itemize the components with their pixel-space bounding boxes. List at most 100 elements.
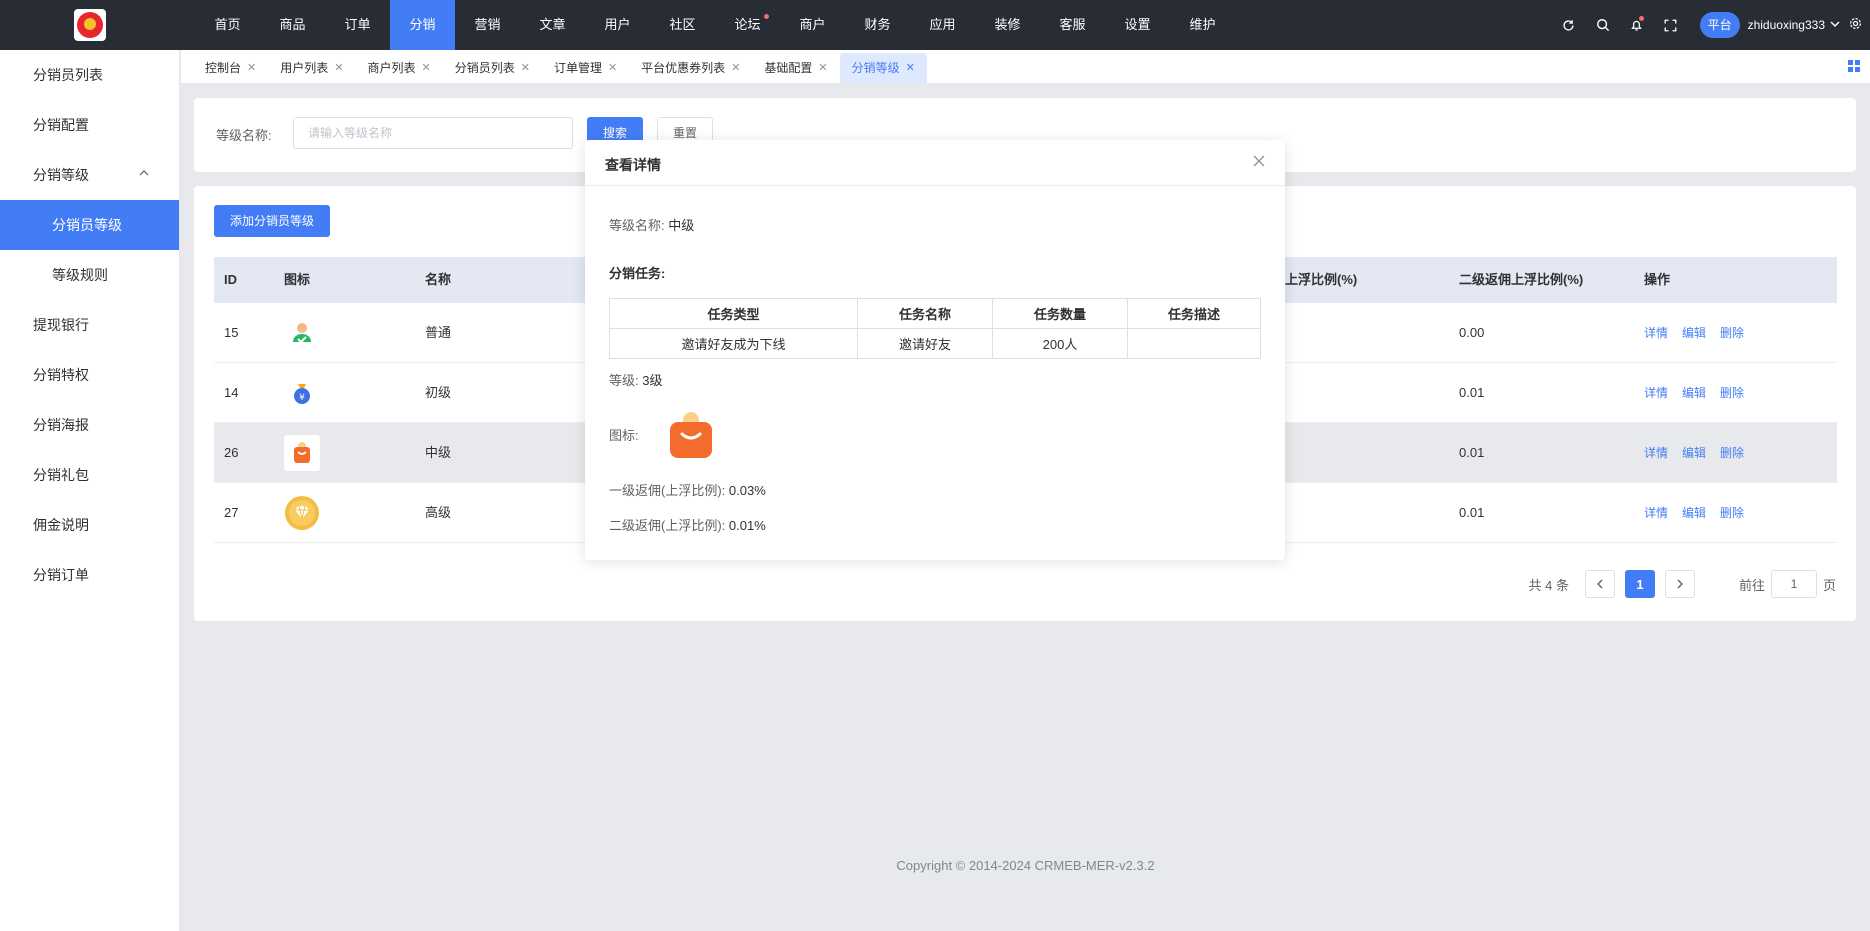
cell-second-rate: 0.01 [1459,445,1485,460]
delete-link[interactable]: 删除 [1720,483,1744,543]
platform-badge[interactable]: 平台 [1699,12,1740,38]
second-rate-value: 0.01% [728,518,766,533]
main-nav: 首页 商品 订单 分销 营销 文章 用户 社区 论坛 商户 财务 应用 装修 客… [195,0,1235,50]
nav-item-home[interactable]: 首页 [195,0,260,50]
tab-order-management[interactable]: 订单管理 ✕ [542,53,629,83]
details-link[interactable]: 详情 [1644,423,1668,483]
tab-label: 平台优惠券列表 [641,61,726,75]
details-link[interactable]: 详情 [1644,363,1668,423]
cell-id: 15 [224,325,239,340]
app-logo[interactable] [74,9,106,41]
close-icon[interactable]: ✕ [731,53,740,83]
sidebar-item-withdraw-bank[interactable]: 提现银行 [0,300,179,350]
tabs-menu-icon[interactable] [1848,60,1860,72]
task-column-count: 任务数量 [992,298,1128,329]
close-icon[interactable]: ✕ [521,53,530,83]
nav-item-forum[interactable]: 论坛 [715,0,780,50]
nav-item-settings[interactable]: 设置 [1105,0,1170,50]
nav-item-marketing[interactable]: 营销 [455,0,520,50]
bell-icon[interactable] [1620,0,1654,50]
dialog-title: 查看详情 [605,157,661,173]
close-icon[interactable]: ✕ [247,53,256,83]
sidebar-item-distribution-config[interactable]: 分销配置 [0,100,179,150]
tab-coupon-list[interactable]: 平台优惠券列表 ✕ [629,53,752,83]
close-icon[interactable]: ✕ [608,53,617,83]
chevron-right-icon [1677,579,1683,589]
column-header-name: 名称 [425,272,452,287]
nav-item-maintenance[interactable]: 维护 [1170,0,1235,50]
details-link[interactable]: 详情 [1644,483,1668,543]
next-page-button[interactable] [1664,570,1695,598]
close-icon[interactable]: ✕ [334,53,343,83]
delete-link[interactable]: 删除 [1720,363,1744,423]
nav-item-users[interactable]: 用户 [585,0,650,50]
tab-distribution-level[interactable]: 分销等级 ✕ [839,53,927,83]
edit-link[interactable]: 编辑 [1682,303,1706,363]
task-row: 邀请好友成为下线 邀请好友 200人 [609,328,1261,359]
cell-name: 普通 [425,325,452,340]
column-header-second-rate: 二级返佣上浮比例(%) [1459,272,1584,287]
blue-coin-bag-icon: ¥ [294,384,310,404]
row-actions: 详情 编辑 删除 [1644,483,1744,543]
goto-page-input[interactable]: 1 [1770,570,1817,598]
search-input[interactable]: 请输入等级名称 [293,117,573,149]
second-rate-line: 二级返佣(上浮比例): 0.01% [609,515,766,534]
nav-item-products[interactable]: 商品 [260,0,325,50]
search-icon[interactable] [1586,0,1620,50]
add-level-button[interactable]: 添加分销员等级 [214,205,330,237]
sidebar-item-distribution-level[interactable]: 分销等级 [0,150,179,200]
nav-item-merchants[interactable]: 商户 [780,0,845,50]
nav-item-decoration[interactable]: 装修 [975,0,1040,50]
notification-dot [764,14,769,19]
sidebar-item-level-rules[interactable]: 等级规则 [0,250,179,300]
fullscreen-icon[interactable] [1654,0,1688,50]
nav-item-apps[interactable]: 应用 [910,0,975,50]
nav-item-distribution[interactable]: 分销 [390,0,455,50]
cell-id: 27 [224,505,239,520]
delete-link[interactable]: 删除 [1720,423,1744,483]
sidebar-item-distributor-list[interactable]: 分销员列表 [0,50,179,100]
row-actions: 详情 编辑 删除 [1644,423,1744,483]
nav-item-articles[interactable]: 文章 [520,0,585,50]
tab-distributor-list[interactable]: 分销员列表 ✕ [443,53,542,83]
edit-link[interactable]: 编辑 [1682,483,1706,543]
row-actions: 详情 编辑 删除 [1644,303,1744,363]
tab-user-list[interactable]: 用户列表 ✕ [268,53,355,83]
close-icon[interactable]: ✕ [421,53,430,83]
task-type: 邀请好友成为下线 [609,328,858,359]
tab-basic-config[interactable]: 基础配置 ✕ [752,53,839,83]
task-desc [1127,328,1261,359]
tab-dashboard[interactable]: 控制台 ✕ [193,53,268,83]
details-link[interactable]: 详情 [1644,303,1668,363]
sidebar-item-commission-info[interactable]: 佣金说明 [0,500,179,550]
nav-item-customer-service[interactable]: 客服 [1040,0,1105,50]
first-rate-label: 一级返佣(上浮比例): [609,483,726,498]
nav-item-community[interactable]: 社区 [650,0,715,50]
edit-link[interactable]: 编辑 [1682,363,1706,423]
sidebar-item-privileges[interactable]: 分销特权 [0,350,179,400]
tab-merchant-list[interactable]: 商户列表 ✕ [355,53,442,83]
sidebar-item-gift-pack[interactable]: 分销礼包 [0,450,179,500]
edit-link[interactable]: 编辑 [1682,423,1706,483]
page-number-current[interactable]: 1 [1624,570,1655,598]
prev-page-button[interactable] [1584,570,1615,598]
gear-icon[interactable] [1840,17,1870,33]
nav-item-finance[interactable]: 财务 [845,0,910,50]
nav-item-orders[interactable]: 订单 [325,0,390,50]
close-icon[interactable]: ✕ [906,53,915,83]
close-icon[interactable] [1253,151,1265,171]
delete-link[interactable]: 删除 [1720,303,1744,363]
cell-id: 26 [224,445,239,460]
column-header-id: ID [224,272,237,287]
sidebar-item-distributor-level[interactable]: 分销员等级 [0,200,179,250]
cell-second-rate: 0.01 [1459,505,1485,520]
refresh-icon[interactable] [1552,0,1586,50]
task-column-desc: 任务描述 [1127,298,1261,329]
second-rate-label: 二级返佣(上浮比例): [609,518,726,533]
chevron-down-icon[interactable] [1830,19,1840,32]
username[interactable]: zhiduoxing333 [1748,18,1825,32]
close-icon[interactable]: ✕ [818,53,827,83]
sidebar-item-distribution-orders[interactable]: 分销订单 [0,550,179,600]
level-name-label: 等级名称: [609,218,665,233]
sidebar-item-poster[interactable]: 分销海报 [0,400,179,450]
